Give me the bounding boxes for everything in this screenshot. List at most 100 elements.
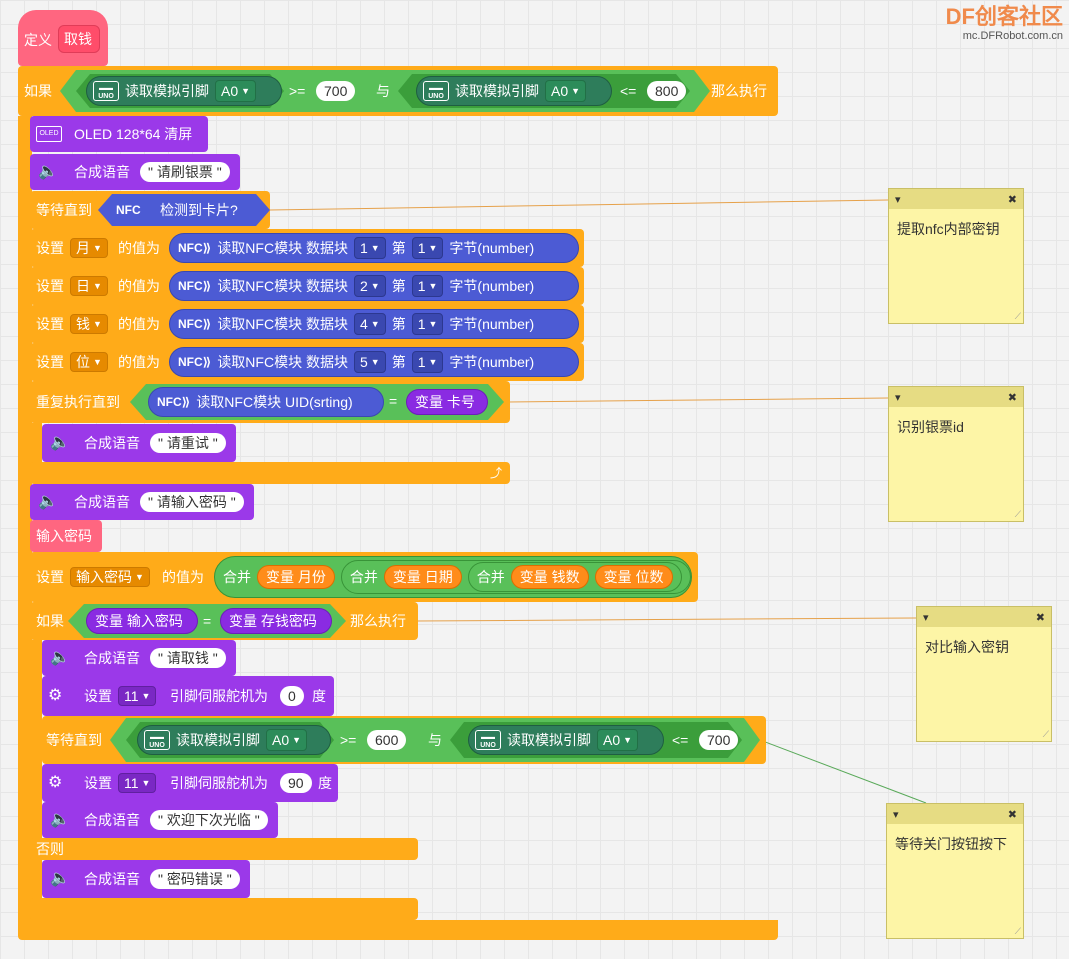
speak-text-6[interactable]: " 密码错误 "	[150, 869, 240, 889]
note-text[interactable]: 等待关门按钮按下	[887, 824, 1023, 864]
servo-angle-1[interactable]: 0	[280, 686, 304, 706]
var-dropdown[interactable]: 位 ▼	[70, 352, 108, 372]
speak-text-2[interactable]: " 请重试 "	[150, 433, 226, 453]
define-block[interactable]: 定义 取钱	[18, 10, 108, 66]
pin-dropdown[interactable]: A0 ▼	[545, 80, 587, 102]
speak-block-3[interactable]: 🔈 合成语音 " 请输入密码 "	[30, 484, 254, 520]
arduino-uno-icon: ▬▬ UNO	[475, 730, 501, 750]
close-icon[interactable]: ✖	[1008, 391, 1017, 404]
var-dropdown[interactable]: 钱 ▼	[70, 314, 108, 334]
block-dropdown[interactable]: 5 ▼	[353, 351, 386, 373]
comment-note-4[interactable]: ▾ ✖ 等待关门按钮按下 ⟋	[886, 803, 1024, 939]
nfc-read-label: 读取NFC模块 数据块	[217, 354, 348, 370]
call-input-password[interactable]: 输入密码	[30, 520, 102, 552]
resize-handle-icon[interactable]: ⟋	[1015, 926, 1021, 937]
speak-block-2[interactable]: 🔈 合成语音 " 请重试 "	[42, 424, 236, 462]
comment-note-2[interactable]: ▾ ✖ 识别银票id ⟋	[888, 386, 1024, 522]
and-label: 与	[428, 732, 442, 748]
var-card-id-label: 变量 卡号	[415, 394, 475, 410]
speak-text-5[interactable]: " 欢迎下次光临 "	[150, 810, 268, 830]
var-dropdown-pwd[interactable]: 输入密码 ▼	[70, 567, 150, 587]
var-dropdown[interactable]: 日 ▼	[70, 276, 108, 296]
var-money-label: 变量 钱数	[519, 569, 580, 585]
byte-dropdown[interactable]: 1 ▼	[411, 351, 444, 373]
read-analog-pin-1[interactable]: ▬▬ UNO 读取模拟引脚 A0 ▼	[86, 76, 282, 106]
arduino-uno-icon: ▬▬ UNO	[144, 730, 170, 750]
close-icon[interactable]: ✖	[1036, 611, 1045, 624]
byte-value: 1	[417, 354, 426, 370]
oled-clear-block[interactable]: OLED OLED 128*64 清屏	[30, 116, 208, 152]
servo-block-1[interactable]: ⚙ 设置 11 ▼ 引脚伺服舵机为 0 度	[42, 676, 334, 716]
var-day[interactable]: 变量 日期	[383, 565, 462, 589]
servo-angle-2[interactable]: 90	[280, 773, 312, 793]
block-dropdown[interactable]: 4 ▼	[353, 313, 386, 335]
pin-dropdown[interactable]: A0 ▼	[266, 729, 308, 751]
close-icon[interactable]: ✖	[1008, 808, 1017, 821]
pin-dropdown[interactable]: A0 ▼	[215, 80, 257, 102]
var-card-id[interactable]: 变量 卡号	[406, 389, 488, 415]
if-block-bottom	[18, 920, 778, 940]
byte-dropdown[interactable]: 1 ▼	[411, 275, 444, 297]
note-header[interactable]: ▾ ✖	[887, 804, 1023, 824]
speak-text-3[interactable]: " 请输入密码 "	[140, 492, 244, 512]
resize-handle-icon[interactable]: ⟋	[1015, 509, 1021, 520]
var-name: 输入密码	[76, 569, 132, 585]
servo-block-2[interactable]: ⚙ 设置 11 ▼ 引脚伺服舵机为 90 度	[42, 764, 338, 802]
value-800[interactable]: 800	[647, 81, 687, 101]
var-saved-pwd[interactable]: 变量 存钱密码	[220, 608, 332, 634]
nfc-detect-card[interactable]: NFC 检测到卡片?	[98, 194, 270, 226]
note-header[interactable]: ▾ ✖	[889, 189, 1023, 209]
nfc-read-block[interactable]: NFC⟫ 读取NFC模块 数据块 2 ▼ 第 1 ▼ 字节(number)	[169, 271, 579, 301]
var-month[interactable]: 变量 月份	[257, 565, 335, 589]
speak-block-5[interactable]: 🔈 合成语音 " 欢迎下次光临 "	[42, 802, 278, 838]
resize-handle-icon[interactable]: ⟋	[1015, 311, 1021, 322]
nfc-read-uid[interactable]: NFC⟫ 读取NFC模块 UID(srting)	[148, 387, 384, 417]
nfc-read-block[interactable]: NFC⟫ 读取NFC模块 数据块 1 ▼ 第 1 ▼ 字节(number)	[169, 233, 579, 263]
block-dropdown[interactable]: 1 ▼	[353, 237, 386, 259]
resize-handle-icon[interactable]: ⟋	[1043, 729, 1049, 740]
function-name-box[interactable]: 取钱	[58, 25, 100, 53]
value-700-b[interactable]: 700	[699, 730, 739, 750]
var-dropdown[interactable]: 月 ▼	[70, 238, 108, 258]
speak-block-6[interactable]: 🔈 合成语音 " 密码错误 "	[42, 860, 250, 898]
dropdown-arrow-icon: ▼	[93, 319, 102, 329]
speak-block-1[interactable]: 🔈 合成语音 " 请刷银票 "	[30, 154, 240, 190]
byte-dropdown[interactable]: 1 ▼	[411, 313, 444, 335]
logo-title: DF创客社区	[945, 4, 1063, 29]
collapse-icon[interactable]: ▾	[895, 391, 901, 404]
note-text[interactable]: 对比输入密钥	[917, 627, 1051, 667]
servo-pin-dropdown[interactable]: 11 ▼	[118, 686, 157, 706]
var-digits[interactable]: 变量 位数	[594, 565, 673, 589]
value-700[interactable]: 700	[316, 81, 356, 101]
read-analog-pin-3[interactable]: ▬▬ UNO 读取模拟引脚 A0 ▼	[137, 725, 331, 755]
speak-text-1[interactable]: " 请刷银票 "	[140, 162, 230, 182]
dropdown-arrow-icon: ▼	[292, 735, 302, 745]
note-header[interactable]: ▾ ✖	[889, 387, 1023, 407]
comment-note-1[interactable]: ▾ ✖ 提取nfc内部密钥 ⟋	[888, 188, 1024, 324]
merge-1[interactable]: 合并 变量 月份 合并 变量 日期 合并 变量 钱数 变量 位数	[214, 556, 692, 598]
read-analog-pin-4[interactable]: ▬▬ UNO 读取模拟引脚 A0 ▼	[468, 725, 664, 755]
nfc-read-block[interactable]: NFC⟫ 读取NFC模块 数据块 5 ▼ 第 1 ▼ 字节(number)	[169, 347, 579, 377]
var-name: 日	[76, 278, 90, 294]
close-icon[interactable]: ✖	[1008, 193, 1017, 206]
speak-block-4[interactable]: 🔈 合成语音 " 请取钱 "	[42, 640, 236, 676]
var-input-pwd[interactable]: 变量 输入密码	[86, 608, 198, 634]
read-analog-pin-2[interactable]: ▬▬ UNO 读取模拟引脚 A0 ▼	[416, 76, 612, 106]
nfc-read-block[interactable]: NFC⟫ 读取NFC模块 数据块 4 ▼ 第 1 ▼ 字节(number)	[169, 309, 579, 339]
block-dropdown[interactable]: 2 ▼	[353, 275, 386, 297]
note-header[interactable]: ▾ ✖	[917, 607, 1051, 627]
note-text[interactable]: 识别银票id	[889, 407, 1023, 447]
collapse-icon[interactable]: ▾	[923, 611, 929, 624]
var-money[interactable]: 变量 钱数	[510, 565, 589, 589]
collapse-icon[interactable]: ▾	[893, 808, 899, 821]
comment-note-3[interactable]: ▾ ✖ 对比输入密钥 ⟋	[916, 606, 1052, 742]
merge-2[interactable]: 合并 变量 日期 合并 变量 钱数 变量 位数	[340, 560, 691, 594]
value-600[interactable]: 600	[367, 730, 407, 750]
collapse-icon[interactable]: ▾	[895, 193, 901, 206]
byte-dropdown[interactable]: 1 ▼	[411, 237, 444, 259]
merge-3[interactable]: 合并 变量 钱数 变量 位数	[467, 562, 682, 592]
note-text[interactable]: 提取nfc内部密钥	[889, 209, 1023, 249]
pin-dropdown[interactable]: A0 ▼	[597, 729, 639, 751]
servo-pin-dropdown[interactable]: 11 ▼	[118, 773, 157, 793]
speak-text-4[interactable]: " 请取钱 "	[150, 648, 226, 668]
